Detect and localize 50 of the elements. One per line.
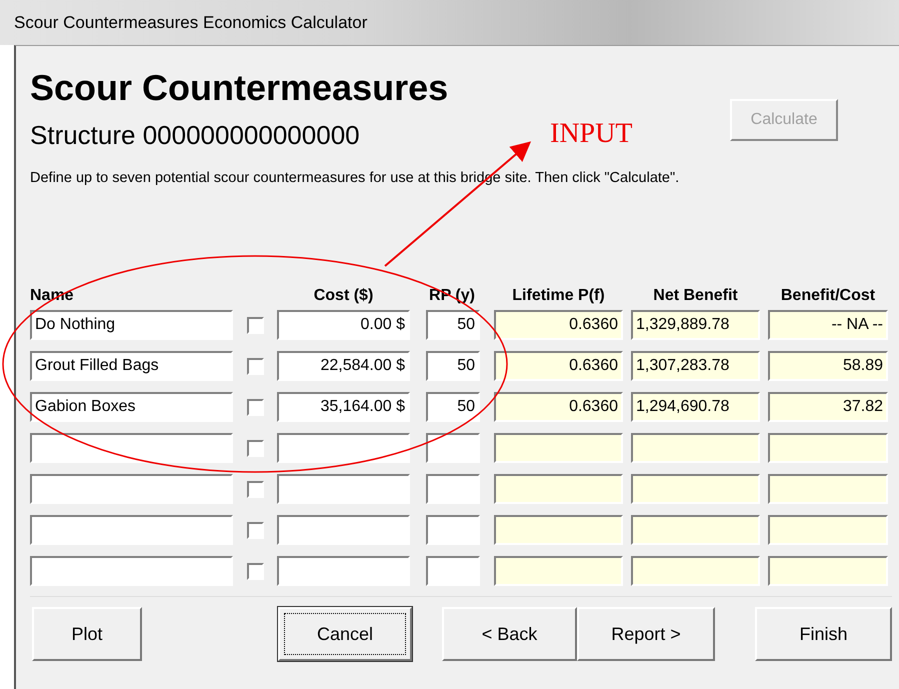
cost-field[interactable] — [277, 556, 410, 586]
rp-field[interactable]: 50 — [426, 351, 480, 381]
cost-field[interactable]: 22,584.00 $ — [277, 351, 410, 381]
rp-field[interactable] — [426, 474, 480, 504]
rp-field[interactable] — [426, 556, 480, 586]
net-benefit-field: 1,307,283.78 — [631, 351, 760, 381]
dialog-button[interactable]: Plot — [32, 607, 142, 661]
annotation-label: INPUT — [550, 118, 632, 150]
net-benefit-field: 1,329,889.78 — [631, 310, 760, 340]
name-field[interactable] — [30, 556, 233, 586]
dialog-button[interactable]: < Back — [442, 607, 577, 661]
rp-field[interactable] — [426, 515, 480, 545]
checkbox[interactable] — [246, 480, 264, 498]
rp-field[interactable]: 50 — [426, 392, 480, 422]
benefit-cost-field: 37.82 — [768, 392, 888, 422]
cost-field[interactable]: 35,164.00 $ — [277, 392, 410, 422]
lifetime-pf-field: 0.6360 — [494, 392, 623, 422]
name-field[interactable] — [30, 474, 233, 504]
checkbox[interactable] — [246, 522, 264, 538]
name-field[interactable]: Do Nothing — [30, 310, 233, 340]
benefit-cost-field: 58.89 — [768, 351, 888, 381]
heading: Scour Countermeasures — [30, 66, 450, 110]
rp-field[interactable]: 50 — [426, 310, 480, 340]
column-header: Lifetime P(f) — [511, 287, 606, 305]
window-title: Scour Countermeasures Economics Calculator — [14, 12, 368, 32]
name-field[interactable] — [30, 515, 233, 545]
dialog-button[interactable]: Finish — [755, 607, 892, 661]
name-field[interactable]: Gabion Boxes — [30, 392, 233, 422]
benefit-cost-field: -- NA -- — [768, 310, 888, 340]
name-field[interactable]: Grout Filled Bags — [30, 351, 233, 381]
cost-field[interactable] — [277, 474, 410, 504]
lifetime-pf-field: 0.6360 — [494, 310, 623, 340]
column-header: Cost ($) — [312, 287, 374, 305]
cost-field[interactable] — [277, 433, 410, 463]
column-header: Net Benefit — [652, 287, 739, 305]
column-header: Benefit/Cost — [780, 287, 876, 305]
lifetime-pf-field: 0.6360 — [494, 351, 623, 381]
checkbox[interactable] — [246, 440, 264, 456]
name-field[interactable] — [30, 433, 233, 463]
checkbox[interactable] — [246, 398, 264, 416]
net-benefit-field: 1,294,690.78 — [631, 392, 760, 422]
checkbox[interactable] — [246, 358, 264, 374]
cost-field[interactable] — [277, 515, 410, 545]
rp-field[interactable] — [426, 433, 480, 463]
structure-label: Structure 000000000000000 — [30, 119, 360, 152]
checkbox[interactable] — [246, 562, 264, 580]
dialog-button[interactable]: Report > — [577, 607, 715, 661]
cost-field[interactable]: 0.00 $ — [277, 310, 410, 340]
checkbox[interactable] — [246, 316, 264, 334]
dialog-button[interactable]: Cancel — [278, 607, 412, 661]
